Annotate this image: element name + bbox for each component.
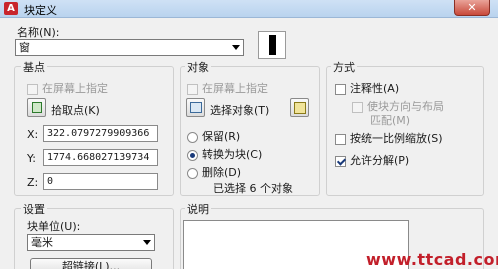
window-title: 块定义 xyxy=(24,4,57,17)
block-definition-dialog: 名称(N): 窗 基点 在屏幕上指定 拾取点(K) X: 322.0797279… xyxy=(0,18,498,269)
quick-select-button[interactable] xyxy=(290,98,309,117)
retain-label: 保留(R) xyxy=(202,130,241,143)
objects-title: 对象 xyxy=(185,59,211,75)
retain-radio[interactable]: 保留(R) xyxy=(187,130,240,143)
chevron-down-icon[interactable] xyxy=(232,45,240,50)
name-value: 窗 xyxy=(19,41,30,54)
scale-uniformly-label: 按统一比例缩放(S) xyxy=(350,132,443,145)
z-coordinate-input[interactable]: 0 xyxy=(43,173,158,190)
close-button[interactable]: ✕ xyxy=(454,0,490,16)
annotative-checkbox[interactable]: 注释性(A) xyxy=(335,82,399,95)
checkbox-box[interactable] xyxy=(27,83,38,95)
block-preview xyxy=(258,31,286,59)
annotative-label: 注释性(A) xyxy=(350,82,400,95)
convert-to-block-radio[interactable]: 转换为块(C) xyxy=(187,148,262,161)
delete-label: 删除(D) xyxy=(202,166,242,179)
convert-to-block-label: 转换为块(C) xyxy=(202,148,263,161)
settings-title: 设置 xyxy=(21,201,47,217)
checkbox-box[interactable] xyxy=(335,83,346,95)
checkbox-box[interactable] xyxy=(352,101,363,113)
pick-point-label: 拾取点(K) xyxy=(51,104,100,117)
checkbox-box[interactable] xyxy=(187,83,198,95)
allow-exploding-label: 允许分解(P) xyxy=(350,154,410,167)
pick-point-button[interactable] xyxy=(27,98,46,117)
delete-radio[interactable]: 删除(D) xyxy=(187,166,241,179)
checkbox-box[interactable] xyxy=(335,133,346,145)
objects-specify-on-screen-checkbox[interactable]: 在屏幕上指定 xyxy=(187,82,268,95)
x-coordinate-input[interactable]: 322.0797279909366 xyxy=(43,125,158,142)
select-objects-label: 选择对象(T) xyxy=(210,104,270,117)
name-label: 名称(N): xyxy=(17,26,60,39)
pick-point-icon xyxy=(32,102,42,113)
site-watermark: www.ttcad.com xyxy=(366,250,498,269)
title-bar: A 块定义 ✕ xyxy=(0,0,498,18)
block-unit-value: 毫米 xyxy=(31,236,53,249)
base-specify-on-screen-label: 在屏幕上指定 xyxy=(42,82,108,95)
x-label: X: xyxy=(27,128,39,141)
quick-select-icon xyxy=(294,102,306,114)
select-objects-icon xyxy=(190,102,202,113)
behavior-title: 方式 xyxy=(331,59,357,75)
name-combobox[interactable]: 窗 xyxy=(15,39,244,56)
chevron-down-icon[interactable] xyxy=(143,240,151,245)
radio-circle[interactable] xyxy=(187,131,198,143)
autocad-logo-icon: A xyxy=(4,2,18,15)
select-objects-button[interactable] xyxy=(186,98,205,117)
y-label: Y: xyxy=(27,152,36,165)
allow-exploding-checkbox[interactable]: 允许分解(P) xyxy=(335,154,409,167)
block-unit-combobox[interactable]: 毫米 xyxy=(27,234,155,251)
radio-circle[interactable] xyxy=(187,167,198,179)
scale-uniformly-checkbox[interactable]: 按统一比例缩放(S) xyxy=(335,132,443,145)
base-specify-on-screen-checkbox[interactable]: 在屏幕上指定 xyxy=(27,82,108,95)
hyperlink-button[interactable]: 超链接(L)... xyxy=(30,258,152,269)
block-unit-label: 块单位(U): xyxy=(27,220,81,233)
base-point-title: 基点 xyxy=(21,59,47,75)
objects-specify-on-screen-label: 在屏幕上指定 xyxy=(202,82,268,95)
selected-count-text: 已选择 6 个对象 xyxy=(213,182,293,195)
match-orientation-label-line2: 匹配(M) xyxy=(370,114,411,127)
description-title: 说明 xyxy=(185,201,211,217)
z-label: Z: xyxy=(27,176,39,189)
preview-thumbnail xyxy=(269,35,276,55)
checkbox-box[interactable] xyxy=(335,155,346,167)
radio-circle[interactable] xyxy=(187,149,198,161)
y-coordinate-input[interactable]: 1774.668027139734 xyxy=(43,149,158,166)
